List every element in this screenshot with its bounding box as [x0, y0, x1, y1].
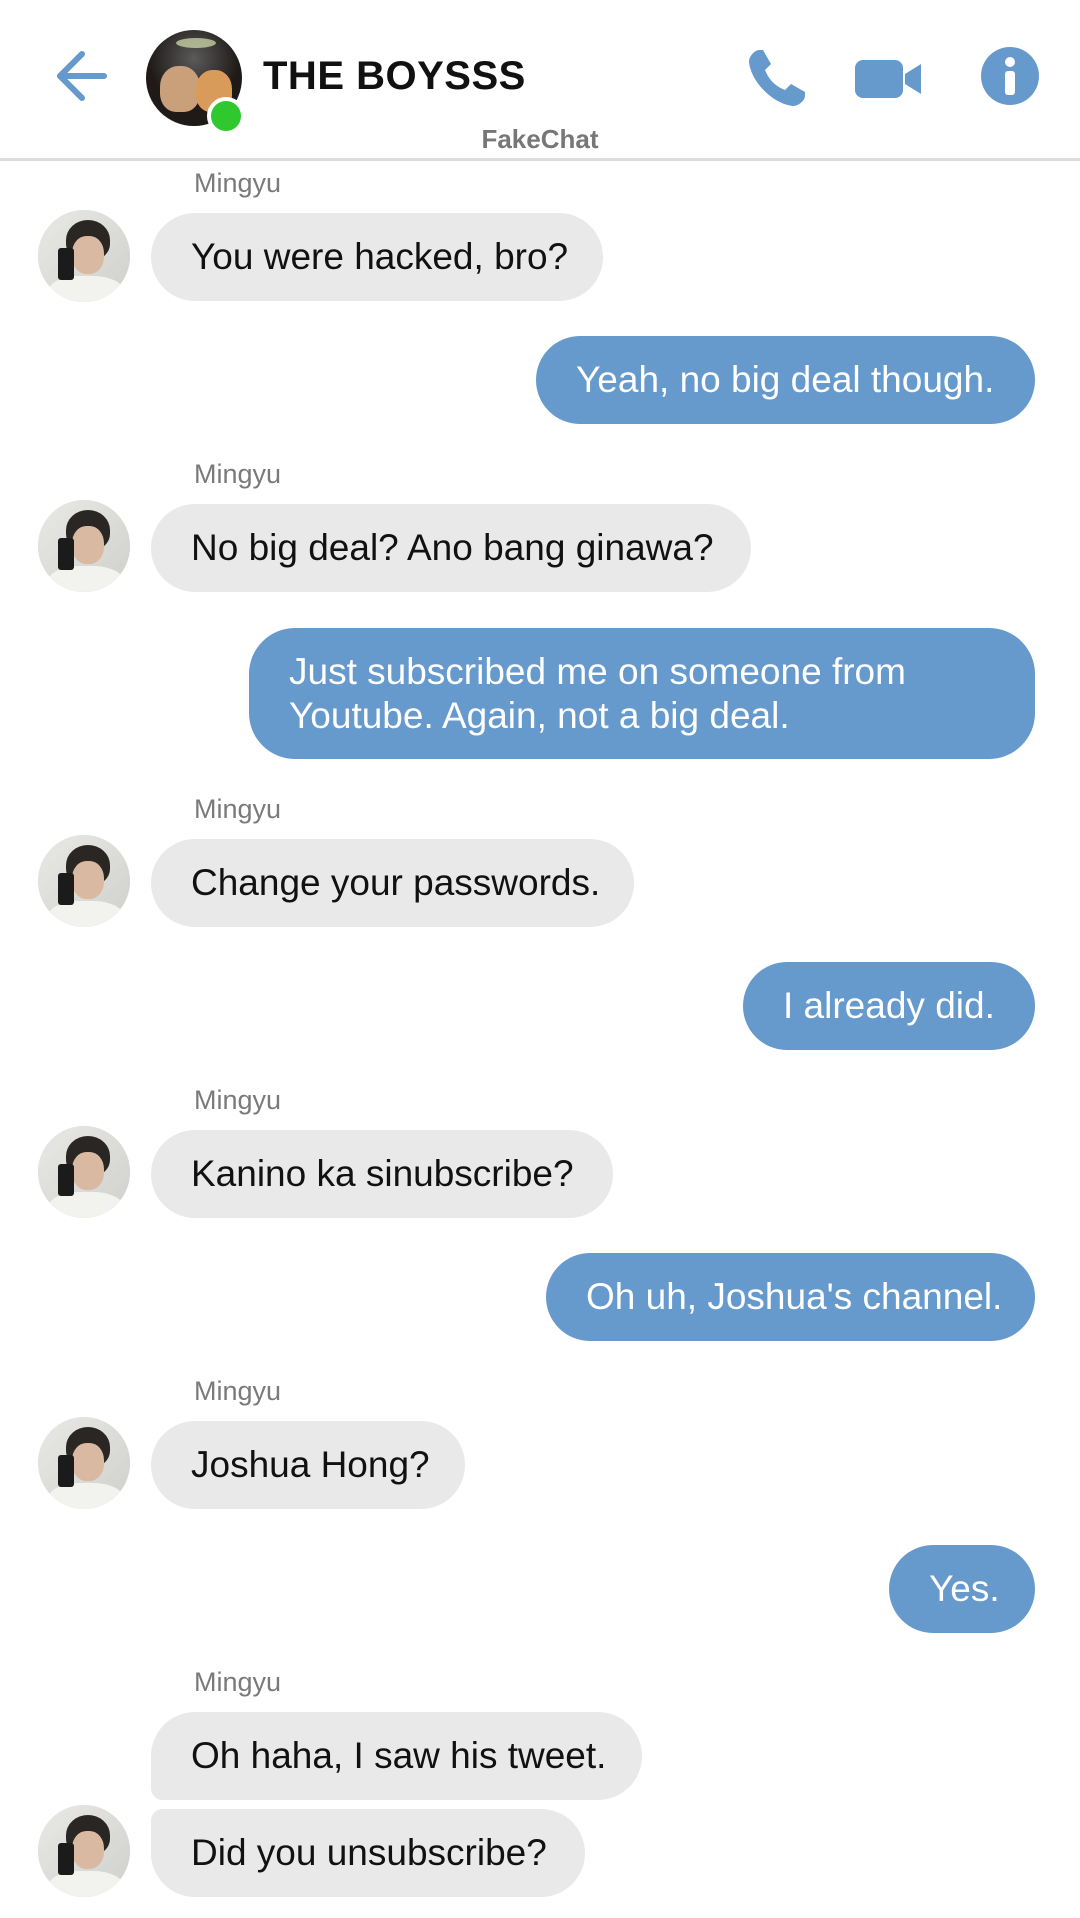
message-bubble-incoming[interactable]: You were hacked, bro?	[151, 213, 603, 301]
message-bubble-incoming[interactable]: Oh haha, I saw his tweet.	[151, 1712, 642, 1800]
sender-name: Mingyu	[194, 1085, 282, 1115]
sender-name: Mingyu	[194, 1667, 282, 1697]
message-bubble-outgoing[interactable]: I already did.	[743, 962, 1035, 1050]
avatar[interactable]	[38, 500, 130, 592]
message-bubble-outgoing[interactable]: Yeah, no big deal though.	[536, 336, 1035, 424]
message-bubble-incoming[interactable]: No big deal? Ano bang ginawa?	[151, 504, 751, 592]
message-bubble-incoming[interactable]: Joshua Hong?	[151, 1421, 465, 1509]
watermark: FakeChat	[481, 124, 599, 154]
message-bubble-outgoing[interactable]: Oh uh, Joshua's channel.	[546, 1253, 1035, 1341]
arrow-left-icon	[57, 51, 107, 101]
avatar[interactable]	[38, 1417, 130, 1509]
avatar[interactable]	[38, 835, 130, 927]
phone-icon	[749, 50, 805, 106]
back-button[interactable]	[52, 46, 108, 106]
sender-name: Mingyu	[194, 168, 282, 198]
avatar[interactable]	[38, 1805, 130, 1897]
chat-title[interactable]: THE BOYSSS	[263, 54, 526, 99]
avatar[interactable]	[38, 1126, 130, 1218]
sender-name: Mingyu	[194, 459, 282, 489]
info-icon	[981, 47, 1039, 105]
call-button[interactable]	[745, 46, 809, 110]
video-call-button[interactable]	[853, 46, 925, 110]
message-bubble-incoming[interactable]: Kanino ka sinubscribe?	[151, 1130, 613, 1218]
message-bubble-incoming[interactable]: Did you unsubscribe?	[151, 1809, 585, 1897]
message-bubble-incoming[interactable]: Change your passwords.	[151, 839, 634, 927]
chat-header: THE BOYSSS FakeChat	[0, 0, 1080, 161]
avatar[interactable]	[38, 210, 130, 302]
message-bubble-outgoing[interactable]: Just subscribed me on someone from Youtu…	[249, 628, 1035, 759]
message-bubble-outgoing[interactable]: Yes.	[889, 1545, 1035, 1633]
sender-name: Mingyu	[194, 794, 282, 824]
sender-name: Mingyu	[194, 1376, 282, 1406]
info-button[interactable]	[980, 46, 1040, 106]
video-camera-icon	[855, 60, 921, 98]
